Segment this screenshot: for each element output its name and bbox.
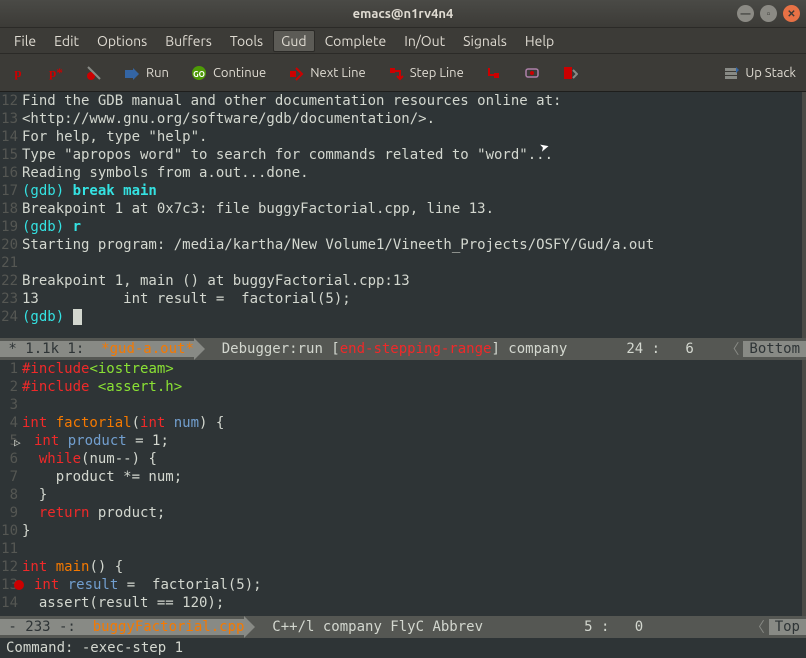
minimize-button[interactable]: —	[737, 5, 754, 22]
close-button[interactable]: ✕	[783, 5, 800, 22]
current-line-arrow: ▷	[14, 434, 21, 452]
menu-buffers[interactable]: Buffers	[157, 30, 220, 52]
tb-next[interactable]: Next Line	[288, 65, 365, 81]
modeline-gud[interactable]: * 1.1k 1: *gud-a.out* Debugger:run [end-…	[0, 338, 806, 360]
buffer-name: *gud-a.out*	[101, 341, 194, 357]
source-buffer[interactable]: 1#include<iostream> 2#include <assert.h>…	[0, 360, 806, 616]
upstack-icon	[723, 65, 739, 81]
watch-icon	[524, 65, 540, 81]
step-icon	[388, 65, 404, 81]
upstack-label: Up Stack	[745, 66, 796, 80]
modeline-source[interactable]: - 233 -: buggyFactorial.cpp C++/l compan…	[0, 616, 806, 638]
tb-upstack[interactable]: Up Stack	[723, 65, 796, 81]
svg-text:GO: GO	[193, 70, 205, 79]
menu-tools[interactable]: Tools	[222, 30, 271, 52]
menu-help[interactable]: Help	[517, 30, 562, 52]
menu-complete[interactable]: Complete	[317, 30, 395, 52]
finish-icon	[486, 65, 502, 81]
tb-print[interactable]	[562, 65, 578, 81]
tb-run[interactable]: Run	[124, 65, 169, 81]
remove-bp-icon	[86, 65, 102, 81]
maximize-button[interactable]: ▫	[760, 5, 777, 22]
print-icon	[562, 65, 578, 81]
tb-tbreak[interactable]: p*	[48, 65, 64, 81]
step-label: Step Line	[410, 66, 464, 80]
gud-buffer[interactable]: 12Find the GDB manual and other document…	[0, 92, 806, 338]
breakpoint-icon[interactable]	[14, 580, 24, 590]
next-label: Next Line	[310, 66, 365, 80]
tb-step[interactable]: Step Line	[388, 65, 464, 81]
tb-finish[interactable]	[486, 65, 502, 81]
continue-label: Continue	[213, 66, 266, 80]
menu-signals[interactable]: Signals	[455, 30, 515, 52]
toolbar: p p* Run GO Continue Next Line Step Line…	[0, 54, 806, 92]
tb-continue[interactable]: GO Continue	[191, 65, 266, 81]
menu-gud[interactable]: Gud	[273, 30, 314, 52]
menu-edit[interactable]: Edit	[46, 30, 87, 52]
run-label: Run	[146, 66, 169, 80]
window-title: emacs@n1rv4n4	[353, 7, 454, 21]
tb-watch[interactable]	[524, 65, 540, 81]
cursor	[73, 309, 82, 325]
menu-file[interactable]: File	[6, 30, 44, 52]
tb-remove-break[interactable]	[86, 65, 102, 81]
menubar: File Edit Options Buffers Tools Gud Comp…	[0, 28, 806, 54]
window-titlebar: emacs@n1rv4n4 — ▫ ✕	[0, 0, 806, 28]
menu-options[interactable]: Options	[89, 30, 155, 52]
run-icon	[124, 65, 140, 81]
continue-icon: GO	[191, 65, 207, 81]
next-icon	[288, 65, 304, 81]
tb-break[interactable]: p	[10, 65, 26, 81]
menu-inout[interactable]: In/Out	[396, 30, 453, 52]
minibuffer[interactable]: Command: -exec-step 1	[0, 638, 806, 658]
buffer-name-source: buggyFactorial.cpp	[93, 619, 245, 635]
